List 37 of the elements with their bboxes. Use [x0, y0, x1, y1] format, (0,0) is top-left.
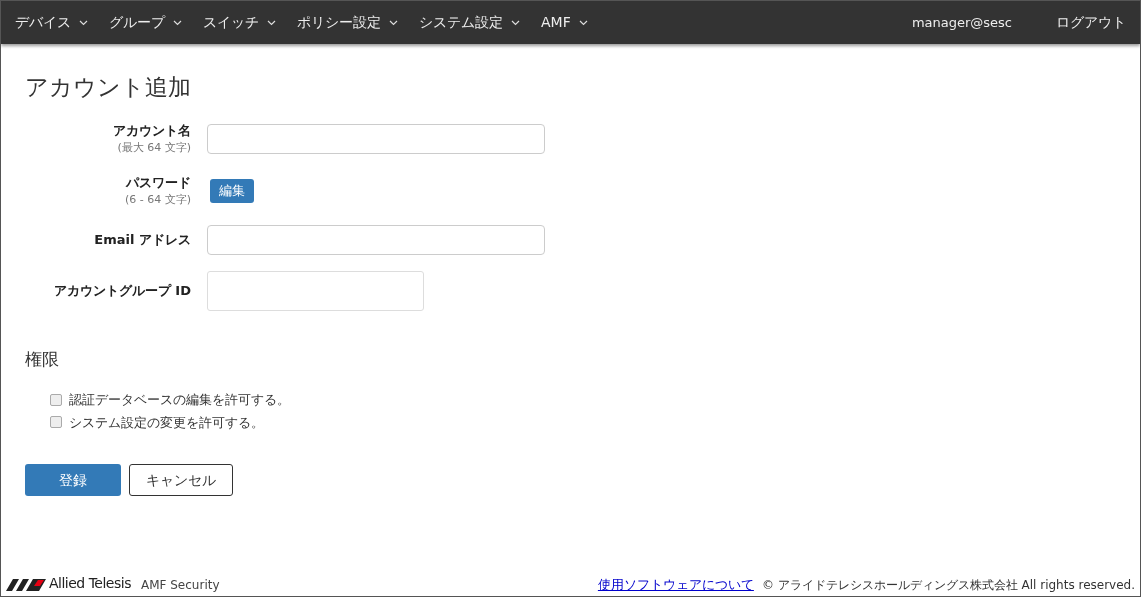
software-link[interactable]: 使用ソフトウェアについて [597, 574, 754, 594]
submit-button[interactable]: 登録 [25, 464, 121, 496]
copyright-text: © アライドテレシスホールディングス株式会社 All rights reserved. [761, 577, 1135, 594]
nav-menu[interactable]: グループ [109, 12, 182, 33]
logo-icon [6, 579, 46, 591]
chevron-down-icon [173, 19, 182, 26]
user-name: manager@sesc [911, 13, 1012, 32]
nav-menu[interactable]: AMF [541, 12, 588, 33]
chevron-down-icon [79, 19, 88, 26]
text-field[interactable] [207, 270, 424, 311]
nav-menu[interactable]: ポリシー設定 [297, 12, 398, 33]
nav-menu[interactable]: スイッチ [203, 12, 276, 33]
nav-menu[interactable]: デバイス [15, 12, 88, 33]
checkbox[interactable] [50, 416, 62, 429]
text-field[interactable] [207, 123, 545, 154]
section-title: 権限 [25, 347, 60, 371]
field-label: Email アドレス [94, 230, 191, 249]
page-title: アカウント追加 [25, 73, 192, 102]
checkbox-label: システム設定の変更を許可する。 [69, 413, 264, 432]
field-label: パスワード [126, 173, 191, 192]
chevron-down-icon [267, 19, 276, 26]
chevron-down-icon [578, 19, 588, 26]
logout-link[interactable]: ログアウト [1056, 12, 1126, 33]
field-hint: (最大 64 文字) [117, 140, 191, 156]
field-hint: (6 - 64 文字) [124, 192, 191, 208]
edit-button[interactable]: 編集 [210, 179, 254, 203]
text-field[interactable] [207, 224, 545, 255]
checkbox-label: 認証データベースの編集を許可する。 [69, 391, 290, 409]
field-label: アカウントグループ ID [53, 281, 191, 300]
chevron-down-icon [389, 19, 398, 26]
product-name: AMF Security [140, 577, 220, 594]
cancel-button[interactable]: キャンセル [129, 464, 233, 496]
nav-menu[interactable]: システム設定 [419, 12, 520, 33]
chevron-down-icon [511, 19, 520, 26]
field-label: アカウント名 [113, 121, 191, 140]
brand-name: Allied Telesis [49, 574, 131, 593]
checkbox[interactable] [50, 393, 62, 406]
